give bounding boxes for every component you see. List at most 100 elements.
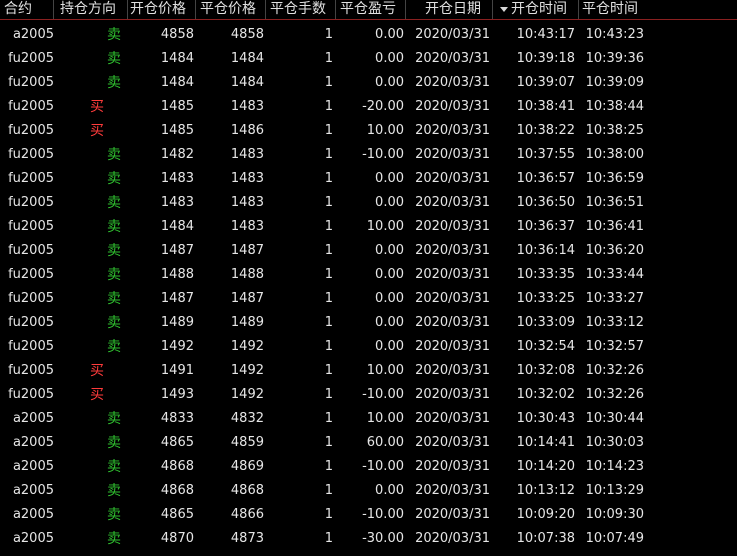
cell-pnl: 0.00 <box>375 267 404 282</box>
cell-contract: fu2005 <box>8 171 54 186</box>
cell-open-date: 2020/03/31 <box>415 483 490 498</box>
table-row[interactable]: a2005 卖 4865 4866 1 -10.00 2020/03/31 10:09:20 1… <box>0 503 737 527</box>
cell-contract: fu2005 <box>8 243 54 258</box>
cell-lots: 1 <box>324 267 333 282</box>
cell-contract: a2005 <box>12 435 54 450</box>
cell-open-price: 1493 <box>160 387 194 402</box>
table-row[interactable]: fu2005 卖 1487 1487 1 0.00 2020/03/31 10:33:25 10… <box>0 287 737 311</box>
table-row[interactable]: fu2005 卖 1492 1492 1 0.00 2020/03/31 10:32:54 10… <box>0 335 737 359</box>
cell-close-price: 4868 <box>230 483 264 498</box>
cell-open-date: 2020/03/31 <box>415 147 490 162</box>
cell-open-time: 10:39:07 <box>516 75 575 90</box>
cell-pnl: -10.00 <box>362 147 404 162</box>
cell-lots: 1 <box>324 219 333 234</box>
cell-open-price: 1484 <box>160 219 194 234</box>
cell-close-time: 10:09:30 <box>585 507 644 522</box>
table-row[interactable]: fu2005 卖 1483 1483 1 0.00 2020/03/31 10:36:57 10… <box>0 167 737 191</box>
column-header-close-price[interactable]: 平仓价格 <box>200 0 266 19</box>
cell-close-price: 1484 <box>230 75 264 90</box>
column-header-open-time[interactable]: 开仓时间 <box>511 0 579 19</box>
cell-open-price: 1487 <box>160 243 194 258</box>
table-row[interactable]: a2005 卖 4858 4858 1 0.00 2020/03/31 10:43:17 10:… <box>0 23 737 47</box>
cell-close-time: 10:33:44 <box>585 267 644 282</box>
cell-close-price: 1488 <box>230 267 264 282</box>
cell-open-date: 2020/03/31 <box>415 99 490 114</box>
column-header-lots[interactable]: 平仓手数 <box>270 0 336 19</box>
cell-open-price: 4868 <box>160 483 194 498</box>
table-row[interactable]: fu2005 买 1485 1483 1 -20.00 2020/03/31 10:38:41… <box>0 95 737 119</box>
cell-open-price: 1485 <box>160 99 194 114</box>
cell-lots: 1 <box>324 363 333 378</box>
cell-lots: 1 <box>324 531 333 546</box>
cell-close-time: 10:39:36 <box>585 51 644 66</box>
cell-contract: fu2005 <box>8 51 54 66</box>
table-row[interactable]: fu2005 买 1493 1492 1 -10.00 2020/03/31 10:32:02… <box>0 383 737 407</box>
table-row[interactable]: fu2005 卖 1487 1487 1 0.00 2020/03/31 10:36:14 10… <box>0 239 737 263</box>
cell-lots: 1 <box>324 123 333 138</box>
column-header-contract[interactable]: 合约 <box>4 0 54 19</box>
table-row[interactable]: fu2005 卖 1484 1484 1 0.00 2020/03/31 10:39:07 10… <box>0 71 737 95</box>
cell-lots: 1 <box>324 483 333 498</box>
cell-open-price: 1492 <box>160 339 194 354</box>
cell-contract: fu2005 <box>8 75 54 90</box>
cell-open-date: 2020/03/31 <box>415 507 490 522</box>
table-row[interactable]: a2005 卖 4868 4869 1 -10.00 2020/03/31 10:14:20 1… <box>0 455 737 479</box>
cell-pnl: -20.00 <box>362 99 404 114</box>
table-row[interactable]: a2005 卖 4865 4859 1 60.00 2020/03/31 10:14:41 10… <box>0 431 737 455</box>
table-row[interactable]: a2005 卖 4833 4832 1 10.00 2020/03/31 10:30:43 10… <box>0 407 737 431</box>
cell-open-date: 2020/03/31 <box>415 171 490 186</box>
cell-open-time: 10:43:17 <box>516 27 575 42</box>
sort-descending-icon[interactable] <box>500 7 508 12</box>
cell-open-time: 10:32:02 <box>516 387 575 402</box>
cell-open-date: 2020/03/31 <box>415 219 490 234</box>
cell-close-time: 10:36:59 <box>585 171 644 186</box>
column-header-open-price[interactable]: 开仓价格 <box>130 0 196 19</box>
cell-close-price: 4859 <box>230 435 264 450</box>
table-row[interactable]: a2005 卖 4870 4873 1 -30.00 2020/03/31 10:07:38 1… <box>0 527 737 551</box>
table-row[interactable]: fu2005 卖 1482 1483 1 -10.00 2020/03/31 10:37:55… <box>0 143 737 167</box>
cell-open-date: 2020/03/31 <box>415 387 490 402</box>
cell-pnl: 0.00 <box>375 315 404 330</box>
cell-close-time: 10:32:26 <box>585 363 644 378</box>
cell-close-price: 1484 <box>230 51 264 66</box>
cell-close-time: 10:38:00 <box>585 147 644 162</box>
cell-close-price: 4858 <box>230 27 264 42</box>
cell-lots: 1 <box>324 339 333 354</box>
column-header-direction[interactable]: 持仓方向 <box>60 0 128 19</box>
table-row[interactable]: fu2005 卖 1484 1484 1 0.00 2020/03/31 10:39:18 10… <box>0 47 737 71</box>
table-row[interactable]: fu2005 卖 1488 1488 1 0.00 2020/03/31 10:33:35 10… <box>0 263 737 287</box>
table-row[interactable]: fu2005 买 1491 1492 1 10.00 2020/03/31 10:32:08 1… <box>0 359 737 383</box>
table-row[interactable]: a2005 卖 4868 4868 1 0.00 2020/03/31 10:13:12 10:… <box>0 479 737 503</box>
cell-pnl: 0.00 <box>375 27 404 42</box>
cell-contract: fu2005 <box>8 363 54 378</box>
cell-lots: 1 <box>324 171 333 186</box>
cell-open-time: 10:36:14 <box>516 243 575 258</box>
cell-close-price: 4866 <box>230 507 264 522</box>
cell-open-price: 4858 <box>160 27 194 42</box>
cell-lots: 1 <box>324 459 333 474</box>
cell-pnl: 0.00 <box>375 75 404 90</box>
cell-open-date: 2020/03/31 <box>415 243 490 258</box>
cell-contract: a2005 <box>12 483 54 498</box>
cell-open-time: 10:14:20 <box>516 459 575 474</box>
cell-close-price: 1487 <box>230 243 264 258</box>
table-row[interactable]: fu2005 卖 1489 1489 1 0.00 2020/03/31 10:33:09 10… <box>0 311 737 335</box>
cell-pnl: -10.00 <box>362 387 404 402</box>
cell-open-time: 10:36:50 <box>516 195 575 210</box>
table-row[interactable]: fu2005 买 1485 1486 1 10.00 2020/03/31 10:38:22 1… <box>0 119 737 143</box>
cell-close-time: 10:38:44 <box>585 99 644 114</box>
cell-close-price: 1486 <box>230 123 264 138</box>
cell-pnl: 10.00 <box>366 363 404 378</box>
cell-close-price: 1483 <box>230 99 264 114</box>
table-row[interactable]: fu2005 卖 1483 1483 1 0.00 2020/03/31 10:36:50 10… <box>0 191 737 215</box>
cell-close-price: 4869 <box>230 459 264 474</box>
cell-close-time: 10:36:20 <box>585 243 644 258</box>
cell-open-date: 2020/03/31 <box>415 27 490 42</box>
cell-open-price: 4868 <box>160 459 194 474</box>
column-header-pnl[interactable]: 平仓盈亏 <box>340 0 406 19</box>
column-header-open-date[interactable]: 开仓日期 <box>425 0 493 19</box>
cell-pnl: 0.00 <box>375 291 404 306</box>
table-row[interactable]: fu2005 卖 1484 1483 1 10.00 2020/03/31 10:36:37 1… <box>0 215 737 239</box>
cell-lots: 1 <box>324 507 333 522</box>
column-header-close-time[interactable]: 平仓时间 <box>582 0 650 19</box>
